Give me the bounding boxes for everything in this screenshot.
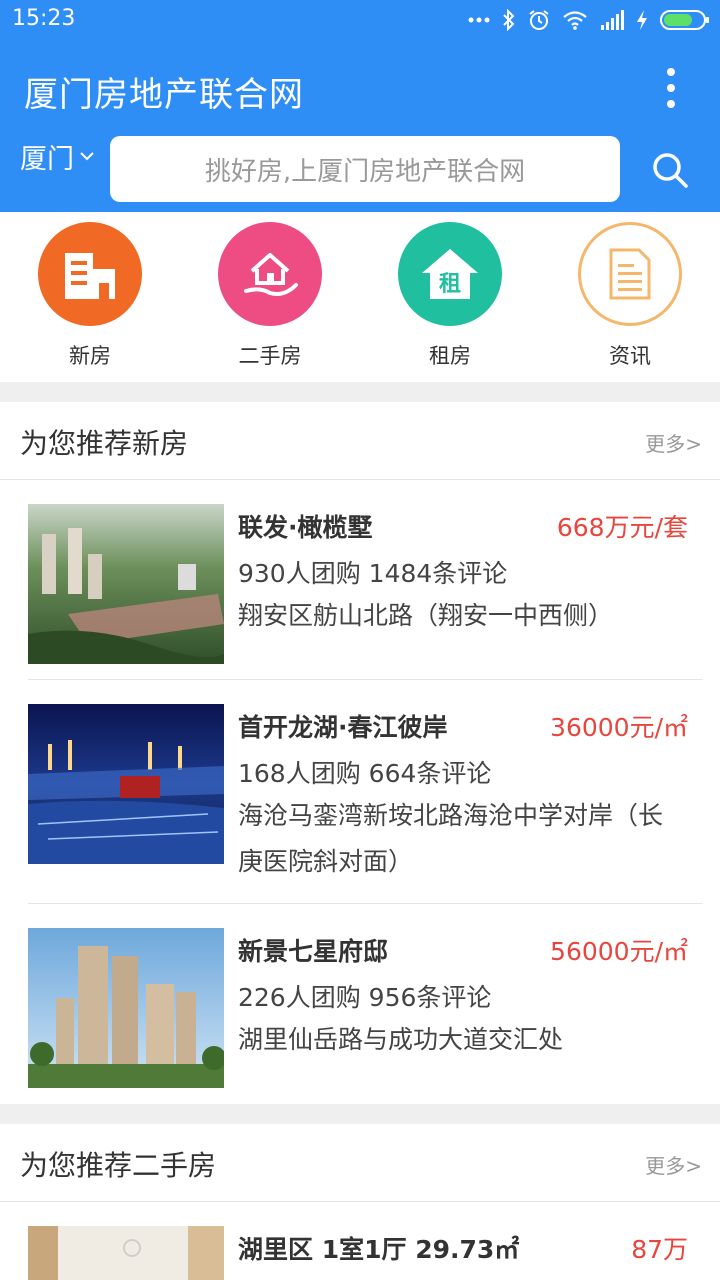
listing-price: 668万元/套 — [556, 513, 688, 542]
second-hand-house-icon — [218, 222, 322, 326]
status-time: 15:23 — [12, 6, 76, 31]
more-link[interactable]: 更多> — [645, 1150, 702, 1179]
listing-stats: 930人团购 1484条评论 — [238, 559, 508, 588]
app-bar: 厦门房地产联合网 厦门 挑好房,上厦门房地产联合网 — [0, 40, 720, 212]
category-label: 二手房 — [238, 344, 302, 368]
listing-image — [28, 704, 224, 864]
battery-icon — [660, 10, 709, 30]
alarm-icon — [529, 10, 549, 30]
listing-image — [28, 1226, 224, 1280]
more-dots-icon — [468, 17, 490, 23]
section-gap — [0, 382, 720, 402]
listing-card[interactable]: 湖里区 1室1厅 29.73㎡ 87万 — [0, 1202, 720, 1280]
second-hand-header: 为您推荐二手房 更多> — [0, 1124, 720, 1202]
category-rent[interactable]: 租 租房 — [370, 222, 530, 370]
listing-address: 海沧马銮湾新垵北路海沧中学对岸（长庚医院斜对面） — [238, 801, 664, 876]
listing-name: 联发·橄榄墅 — [238, 513, 373, 542]
chevron-down-icon — [80, 152, 94, 161]
category-nav: 新房 二手房 租 租房 资讯 — [0, 212, 720, 382]
listing-name: 首开龙湖·春江彼岸 — [238, 713, 448, 742]
listing-card[interactable]: 首开龙湖·春江彼岸 36000元/㎡ 168人团购 664条评论 海沧马銮湾新垵… — [0, 680, 720, 904]
listing-image — [28, 928, 224, 1088]
city-selector[interactable]: 厦门 — [20, 138, 94, 175]
listing-address: 翔安区舫山北路（翔安一中西侧） — [238, 601, 614, 630]
status-bar: 15:23 — [0, 0, 720, 40]
category-label: 新房 — [69, 344, 111, 368]
listing-card[interactable]: 联发·橄榄墅 668万元/套 930人团购 1484条评论 翔安区舫山北路（翔安… — [0, 480, 720, 680]
section-title: 为您推荐二手房 — [20, 1149, 217, 1182]
category-new-house[interactable]: 新房 — [10, 222, 170, 370]
section-gap — [0, 1104, 720, 1124]
listing-price: 87万 — [631, 1235, 688, 1264]
signal-icon — [601, 10, 624, 30]
news-icon — [578, 222, 682, 326]
category-second-hand[interactable]: 二手房 — [190, 222, 350, 370]
listing-card[interactable]: 新景七星府邸 56000元/㎡ 226人团购 956条评论 湖里仙岳路与成功大道… — [0, 904, 720, 1104]
listing-image — [28, 504, 224, 664]
search-input[interactable]: 挑好房,上厦门房地产联合网 — [110, 136, 620, 202]
bluetooth-icon — [503, 9, 515, 31]
category-label: 资讯 — [609, 344, 651, 368]
overflow-menu-icon[interactable] — [656, 66, 686, 110]
search-placeholder: 挑好房,上厦门房地产联合网 — [204, 156, 526, 187]
listing-stats: 168人团购 664条评论 — [238, 759, 492, 788]
listing-name: 新景七星府邸 — [238, 937, 389, 966]
charging-icon — [637, 10, 647, 30]
section-title: 为您推荐新房 — [20, 427, 189, 460]
listing-price: 36000元/㎡ — [550, 713, 688, 742]
city-label: 厦门 — [20, 143, 74, 175]
category-label: 租房 — [429, 344, 471, 368]
listing-name: 湖里区 1室1厅 29.73㎡ — [238, 1235, 520, 1264]
new-homes-header: 为您推荐新房 更多> — [0, 402, 720, 480]
rent-icon: 租 — [398, 222, 502, 326]
app-title: 厦门房地产联合网 — [24, 75, 304, 115]
new-house-icon — [38, 222, 142, 326]
listing-address: 湖里仙岳路与成功大道交汇处 — [238, 1025, 564, 1054]
rent-icon-text: 租 — [439, 272, 461, 297]
status-icons — [468, 7, 710, 33]
category-news[interactable]: 资讯 — [550, 222, 710, 370]
wifi-icon — [563, 11, 587, 30]
search-icon[interactable] — [650, 150, 690, 190]
listing-price: 56000元/㎡ — [550, 937, 688, 966]
listing-stats: 226人团购 956条评论 — [238, 983, 492, 1012]
more-link[interactable]: 更多> — [645, 428, 702, 457]
